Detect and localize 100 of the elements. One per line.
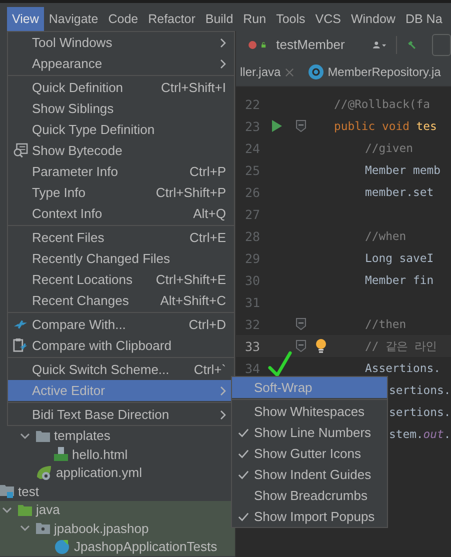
menu-item[interactable]: Tool Windows — [8, 32, 234, 53]
code-line: public void tes — [334, 119, 437, 133]
code-line: sertions. — [389, 405, 451, 419]
line-number: 34 — [244, 360, 260, 376]
menu-bar-item[interactable]: Refactor — [143, 7, 200, 31]
code-line: // 같은 라인 — [365, 338, 436, 354]
shortcut-label: Alt+Q — [193, 206, 226, 221]
breadcrumb[interactable]: testMember — [276, 37, 345, 52]
tree-item-label: application.yml — [56, 465, 142, 480]
close-icon[interactable] — [284, 68, 294, 76]
line-number: 33 — [244, 338, 260, 354]
tree-item-label: templates — [54, 428, 110, 444]
editor-tab[interactable]: ller.java — [236, 58, 300, 86]
menu-bar-item[interactable]: Window — [346, 7, 400, 31]
folder-icon — [18, 504, 32, 516]
code-line: Long saveI — [365, 251, 434, 265]
code-line: //@Rollback(fa — [334, 97, 430, 111]
fold-icon[interactable] — [296, 120, 306, 132]
menu-item[interactable]: Bidi Text Base Direction — [8, 404, 234, 425]
shortcut-label: Ctrl+E — [190, 230, 226, 245]
menu-item[interactable]: Appearance — [8, 53, 234, 74]
line-number: 24 — [244, 140, 260, 156]
menu-bar-item[interactable]: VCS — [310, 7, 346, 31]
menu-item[interactable]: Type Info Ctrl+Shift+P — [8, 182, 234, 203]
line-number: 25 — [244, 162, 260, 178]
menu-item[interactable]: Recently Changed Files — [8, 248, 234, 269]
menu-item[interactable]: Quick Type Definition — [8, 119, 234, 140]
menu-bar-item[interactable]: Tools — [271, 7, 310, 31]
menu-item[interactable]: Show Siblings — [8, 98, 234, 119]
menu-item[interactable]: Show Whitespaces — [232, 401, 387, 422]
lock-icon — [261, 40, 266, 50]
menu-bar-item[interactable]: DB Na — [400, 7, 448, 31]
menu-item[interactable]: Compare with Clipboard — [8, 335, 234, 356]
shortcut-label: Ctrl+P — [190, 164, 226, 179]
test-folder-icon — [0, 484, 14, 498]
line-number: 28 — [244, 228, 260, 244]
folder-icon — [36, 430, 50, 442]
line-number: 22 — [244, 96, 260, 112]
html-file-icon — [54, 447, 68, 462]
menu-bar-item[interactable]: View — [7, 7, 44, 31]
code-line: member.set — [365, 185, 434, 199]
handwritten-checkmark-drawing — [268, 351, 292, 377]
code-line: //then — [365, 317, 406, 331]
tree-item[interactable]: templates — [0, 426, 235, 445]
menu-item[interactable]: Show Import Popups — [232, 506, 387, 527]
tab-label: MemberRepository.ja — [328, 65, 441, 79]
tree-item-label: test — [18, 484, 39, 499]
shortcut-label: Ctrl+` — [194, 362, 226, 377]
fold-icon[interactable] — [296, 340, 306, 352]
line-number: 29 — [244, 250, 260, 266]
tab-label: ller.java — [240, 65, 281, 79]
menu-item[interactable]: Show Line Numbers — [232, 422, 387, 443]
tree-item[interactable]: JpashopApplicationTests — [0, 538, 235, 556]
clipboard-compare-icon — [12, 338, 28, 353]
run-icon[interactable] — [272, 120, 282, 132]
code-line: Member fin — [365, 273, 434, 287]
menu-bar-item[interactable]: Code — [103, 7, 144, 31]
tree-item-label: hello.html — [72, 446, 128, 462]
menu-item[interactable]: Quick Definition Ctrl+Shift+I — [8, 77, 234, 98]
menu-item[interactable]: Show Breadcrumbs — [232, 485, 387, 506]
shortcut-label: Ctrl+Shift+P — [156, 185, 226, 200]
line-number: 32 — [244, 316, 260, 332]
menu-bar-item[interactable]: Navigate — [44, 7, 104, 31]
menu-item[interactable]: Recent Locations Ctrl+Shift+E — [8, 269, 234, 290]
bytecode-icon — [12, 143, 28, 158]
fold-icon[interactable] — [296, 318, 306, 330]
tree-item-label: jpabook.jpashop — [54, 520, 149, 536]
menu-item[interactable]: Quick Switch Scheme... Ctrl+` — [8, 359, 234, 380]
menu-item[interactable]: Parameter Info Ctrl+P — [8, 161, 234, 182]
tree-item[interactable]: jpabook.jpashop — [0, 519, 235, 538]
line-number: 27 — [244, 206, 260, 222]
menu-item[interactable]: Recent Changes Alt+Shift+C — [8, 290, 234, 311]
code-line: sertions. — [389, 383, 451, 397]
code-line: stem.out. — [389, 427, 451, 441]
menu-item[interactable]: Compare With... Ctrl+D — [8, 314, 234, 335]
shortcut-label: Ctrl+Shift+I — [160, 80, 226, 95]
shortcut-label: Ctrl+Shift+E — [156, 272, 226, 287]
menu-item[interactable]: Show Indent Guides — [232, 464, 387, 485]
leaf-gear-icon — [36, 464, 52, 481]
code-line: //when — [365, 229, 406, 243]
menu-item[interactable]: Context Info Alt+Q — [8, 203, 234, 224]
code-line: Assertions. — [365, 361, 440, 375]
package-folder-icon — [36, 522, 50, 534]
shortcut-label: Ctrl+D — [188, 317, 226, 332]
line-number: 26 — [244, 184, 260, 200]
lightbulb-icon[interactable] — [315, 339, 327, 353]
line-number: 23 — [244, 118, 260, 134]
menu-item[interactable]: Show Gutter Icons — [232, 443, 387, 464]
menu-item[interactable]: Recent Files Ctrl+E — [8, 227, 234, 248]
line-number: 30 — [244, 272, 260, 288]
menu-bar-item[interactable]: Run — [238, 7, 272, 31]
line-number: 31 — [244, 294, 260, 310]
tree-item[interactable]: application.yml — [0, 464, 235, 482]
code-line: //given — [365, 141, 414, 155]
tree-item[interactable]: hello.html — [0, 445, 235, 464]
tree-item-label: JpashopApplicationTests — [74, 539, 218, 554]
menu-bar-item[interactable]: Build — [200, 7, 238, 31]
tree-item[interactable]: test — [0, 482, 235, 500]
editor-tab[interactable]: MemberRepository.ja — [300, 58, 441, 86]
menu-item[interactable]: Show Bytecode — [8, 140, 234, 161]
